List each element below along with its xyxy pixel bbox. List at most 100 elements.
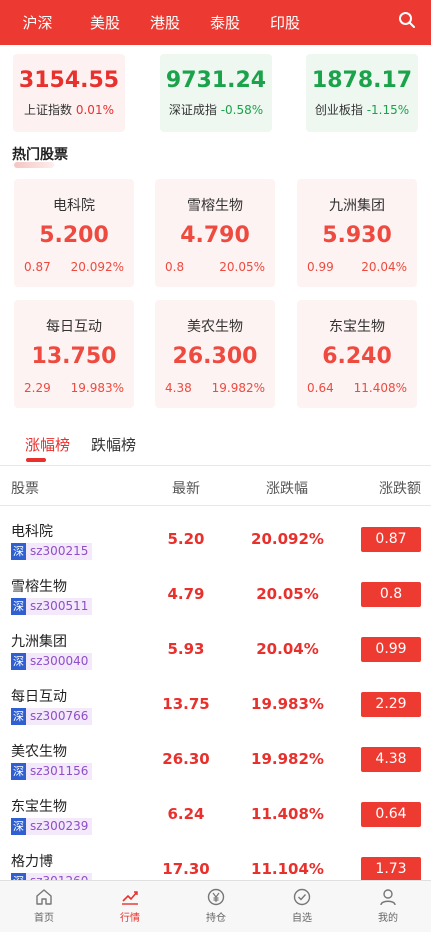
- nav-watchlist[interactable]: 自选: [272, 887, 332, 924]
- table-row[interactable]: 九洲集团 深 sz300040 5.93 20.04% 0.99: [0, 626, 431, 681]
- col-stock: 股票: [11, 481, 39, 497]
- table-row[interactable]: 雪榕生物 深 sz300511 4.79 20.05% 0.8: [0, 571, 431, 626]
- hot-stock-card[interactable]: 每日互动 13.750 2.29 19.983%: [14, 300, 134, 408]
- hot-stock-price: 6.240: [322, 344, 392, 369]
- stock-code-tag: 深 sz301156: [11, 763, 93, 780]
- change-amount: 1.73: [361, 857, 421, 882]
- nav-label: 首页: [34, 913, 54, 924]
- change-amount: 0.87: [361, 527, 421, 552]
- change-percent: 11.408%: [251, 805, 324, 823]
- last-price: 17.30: [162, 860, 210, 878]
- change-amount: 4.38: [361, 747, 421, 772]
- tab-hushen[interactable]: 沪深: [0, 12, 75, 33]
- change-percent: 11.104%: [251, 860, 324, 878]
- exchange-badge: 深: [11, 708, 26, 725]
- hot-stock-percent: 19.983%: [70, 381, 124, 395]
- nav-label: 行情: [120, 913, 140, 924]
- table-row[interactable]: 美农生物 深 sz301156 26.30 19.982% 4.38: [0, 736, 431, 791]
- hot-stock-card[interactable]: 美农生物 26.300 4.38 19.982%: [155, 300, 275, 408]
- change-percent: 20.05%: [256, 585, 319, 603]
- change-amount: 0.64: [361, 802, 421, 827]
- index-value: 3154.55: [18, 68, 120, 93]
- tab-india[interactable]: 印股: [255, 12, 315, 33]
- table-row[interactable]: 电科院 深 sz300215 5.20 20.092% 0.87: [0, 516, 431, 571]
- change-amount: 2.29: [361, 692, 421, 717]
- last-price: 13.75: [162, 695, 210, 713]
- hot-stock-percent: 20.04%: [361, 260, 407, 274]
- hot-stock-card[interactable]: 雪榕生物 4.790 0.8 20.05%: [155, 179, 275, 287]
- hot-stock-card[interactable]: 九洲集团 5.930 0.99 20.04%: [297, 179, 417, 287]
- tab-losers[interactable]: 跌幅榜: [91, 434, 136, 455]
- search-icon[interactable]: [397, 10, 417, 30]
- hot-stock-price: 5.200: [39, 223, 109, 248]
- divider: [0, 505, 431, 506]
- stock-code: sz300040: [26, 653, 93, 670]
- last-price: 4.79: [167, 585, 205, 603]
- stock-code-tag: 深 sz300511: [11, 598, 93, 615]
- stock-code: sz300766: [26, 708, 93, 725]
- hot-stock-change: 0.99: [307, 260, 334, 274]
- stock-name: 九洲集团: [11, 634, 67, 650]
- position-icon: [207, 888, 225, 906]
- table-row[interactable]: 东宝生物 深 sz300239 6.24 11.408% 0.64: [0, 791, 431, 846]
- stock-name: 电科院: [11, 524, 53, 540]
- stock-name: 美农生物: [11, 744, 67, 760]
- hot-stock-change: 0.8: [165, 260, 185, 274]
- stock-code-tag: 深 sz300766: [11, 708, 93, 725]
- tab-gainers[interactable]: 涨幅榜: [25, 434, 70, 455]
- stock-code: sz300215: [26, 543, 93, 560]
- col-last[interactable]: 最新: [172, 478, 200, 498]
- stock-code-tag: 深 sz300239: [11, 818, 93, 835]
- chart-icon: [122, 891, 138, 905]
- index-card-shanghai[interactable]: 3154.55 上证指数 0.01%: [13, 54, 125, 132]
- index-value: 9731.24: [165, 68, 267, 93]
- ranking-tabs: 涨幅榜 跌幅榜: [0, 430, 431, 465]
- change-percent: 20.04%: [256, 640, 319, 658]
- bottom-nav: 首页 行情 持仓 自选 我的: [0, 880, 431, 932]
- hot-stock-change: 4.38: [165, 381, 192, 395]
- nav-market[interactable]: 行情: [100, 887, 160, 924]
- nav-home[interactable]: 首页: [14, 887, 74, 924]
- index-card-shenzhen[interactable]: 9731.24 深证成指 -0.58%: [160, 54, 272, 132]
- hot-stock-percent: 19.982%: [211, 381, 265, 395]
- nav-position[interactable]: 持仓: [186, 887, 246, 924]
- table-row[interactable]: 每日互动 深 sz300766 13.75 19.983% 2.29: [0, 681, 431, 736]
- exchange-badge: 深: [11, 653, 26, 670]
- tab-hk[interactable]: 港股: [135, 12, 195, 33]
- stock-code-tag: 深 sz300215: [11, 543, 93, 560]
- hot-stock-card[interactable]: 电科院 5.200 0.87 20.092%: [14, 179, 134, 287]
- index-name-change: 深证成指 -0.58%: [168, 103, 264, 117]
- exchange-badge: 深: [11, 818, 26, 835]
- hot-stock-price: 26.300: [172, 344, 258, 369]
- tab-thai[interactable]: 泰股: [195, 12, 255, 33]
- last-price: 5.93: [167, 640, 205, 658]
- change-percent: 20.092%: [251, 530, 324, 548]
- hot-stock-price: 13.750: [31, 344, 117, 369]
- hot-stock-name: 每日互动: [46, 319, 102, 335]
- hot-stock-card[interactable]: 东宝生物 6.240 0.64 11.408%: [297, 300, 417, 408]
- index-name-change: 上证指数 0.01%: [24, 103, 114, 117]
- hot-stock-name: 东宝生物: [329, 319, 385, 335]
- nav-profile[interactable]: 我的: [358, 887, 418, 924]
- check-circle-icon: [293, 888, 311, 906]
- stock-code: sz300511: [26, 598, 93, 615]
- hot-stock-name: 美农生物: [187, 319, 243, 335]
- hot-stock-percent: 20.05%: [219, 260, 265, 274]
- change-amount: 0.8: [361, 582, 421, 607]
- user-icon: [380, 889, 396, 906]
- last-price: 5.20: [167, 530, 205, 548]
- stock-code: sz300239: [26, 818, 93, 835]
- index-summary: 3154.55 上证指数 0.01% 9731.24 深证成指 -0.58% 1…: [0, 54, 431, 132]
- hot-stock-change: 0.64: [307, 381, 334, 395]
- hot-stock-change: 2.29: [24, 381, 51, 395]
- hot-stock-name: 雪榕生物: [187, 198, 243, 214]
- col-amt[interactable]: 涨跌额: [379, 478, 421, 498]
- col-pct[interactable]: 涨跌幅: [266, 478, 308, 498]
- hot-stock-name: 九洲集团: [329, 198, 385, 214]
- change-amount: 0.99: [361, 637, 421, 662]
- index-card-chinext[interactable]: 1878.17 创业板指 -1.15%: [306, 54, 418, 132]
- hot-stock-change: 0.87: [24, 260, 51, 274]
- tab-us[interactable]: 美股: [75, 12, 135, 33]
- index-value: 1878.17: [311, 68, 413, 93]
- market-tab-bar: 沪深 美股 港股 泰股 印股: [0, 0, 431, 45]
